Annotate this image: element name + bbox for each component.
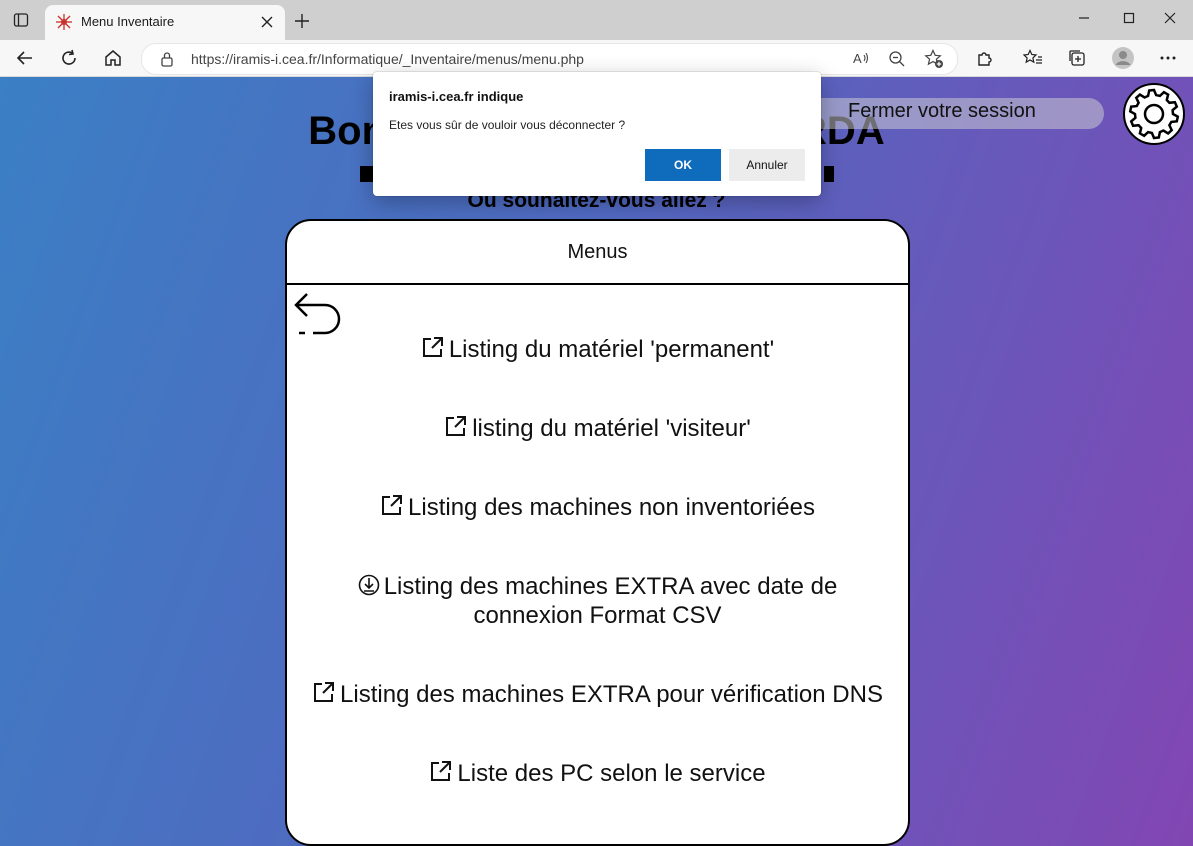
- back-icon[interactable]: [291, 289, 345, 341]
- refresh-icon[interactable]: [54, 44, 84, 72]
- ok-button[interactable]: OK: [645, 149, 721, 181]
- zoom-out-icon[interactable]: [888, 50, 906, 73]
- menu-item-label: listing du matériel 'visiteur': [472, 415, 751, 442]
- read-aloud-icon[interactable]: A: [852, 50, 870, 71]
- card-title: Menus: [567, 241, 628, 263]
- maximize-icon[interactable]: [1106, 0, 1152, 36]
- close-icon[interactable]: [257, 12, 277, 32]
- tab-actions-icon[interactable]: [8, 8, 34, 32]
- external-link-icon: [431, 761, 452, 781]
- svg-text:A: A: [853, 51, 862, 66]
- tab-strip: Menu Inventaire: [0, 0, 1193, 40]
- gear-icon[interactable]: [1123, 83, 1185, 145]
- external-link-icon: [382, 495, 403, 515]
- menu-item-label: Liste des PC selon le service: [457, 760, 766, 787]
- url-text[interactable]: https://iramis-i.cea.fr/Informatique/_In…: [191, 51, 584, 67]
- menu-item-non-inventoriees[interactable]: Listing des machines non inventoriées: [287, 493, 908, 522]
- address-bar[interactable]: https://iramis-i.cea.fr/Informatique/_In…: [141, 43, 958, 75]
- logout-button[interactable]: Fermer votre session: [790, 98, 1104, 129]
- menu-item-label: Listing des machines non inventoriées: [408, 494, 815, 521]
- menu-item-visiteur[interactable]: listing du matériel 'visiteur': [287, 414, 908, 443]
- tab-title: Menu Inventaire: [81, 14, 175, 29]
- download-icon: [358, 574, 380, 596]
- external-link-icon: [446, 416, 467, 436]
- menu-item-permanent[interactable]: Listing du matériel 'permanent': [287, 335, 908, 364]
- menu-item-pc-service[interactable]: Liste des PC selon le service: [287, 759, 908, 788]
- card-header: Menus: [287, 221, 908, 285]
- logout-button-label: Fermer votre session: [848, 100, 1036, 122]
- menu-item-extra-csv[interactable]: Listing des machines EXTRA avec date de …: [287, 572, 908, 630]
- profile-icon[interactable]: [1108, 44, 1138, 72]
- favicon-icon: [55, 13, 73, 31]
- menu-item-label: Listing du matériel 'permanent': [448, 336, 775, 363]
- favorites-icon[interactable]: [1018, 44, 1048, 72]
- external-link-icon: [422, 337, 443, 357]
- extensions-icon[interactable]: [970, 44, 1000, 72]
- favorite-add-icon[interactable]: [924, 49, 944, 74]
- minimize-icon[interactable]: [1061, 0, 1107, 36]
- back-arrow-icon[interactable]: [10, 44, 40, 72]
- dialog-message: Etes vous sûr de vouloir vous déconnecte…: [389, 118, 626, 132]
- external-link-icon: [314, 682, 335, 702]
- home-icon[interactable]: [98, 44, 128, 72]
- menu-card: Menus Listing du matériel 'permanent' li…: [285, 219, 910, 846]
- collections-icon[interactable]: [1062, 44, 1092, 72]
- more-icon[interactable]: [1153, 44, 1183, 72]
- menu-item-label: Listing des machines EXTRA avec date de: [383, 573, 838, 600]
- menu-item-label: Listing des machines EXTRA pour vérifica…: [340, 681, 883, 708]
- window-close-icon[interactable]: [1147, 0, 1193, 36]
- dialog-title: iramis-i.cea.fr indique: [389, 89, 524, 104]
- confirm-dialog: iramis-i.cea.fr indique Etes vous sûr de…: [373, 72, 821, 196]
- cancel-button[interactable]: Annuler: [729, 149, 805, 181]
- plus-icon[interactable]: [290, 9, 314, 33]
- menu-item-label-line2: connexion Format CSV: [473, 602, 722, 629]
- menu-item-extra-dns[interactable]: Listing des machines EXTRA pour vérifica…: [287, 680, 908, 709]
- lock-icon[interactable]: [160, 51, 174, 72]
- browser-tab[interactable]: Menu Inventaire: [45, 5, 285, 40]
